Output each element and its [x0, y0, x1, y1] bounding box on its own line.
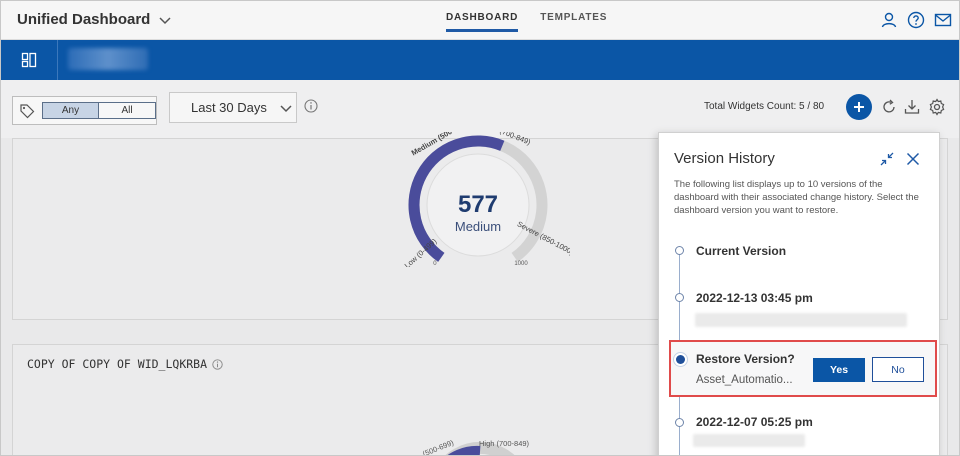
timeline-dot	[675, 418, 684, 427]
date-range-select[interactable]: Last 30 Days	[169, 92, 297, 123]
add-widget-button[interactable]	[846, 94, 872, 120]
dashboard-title: Unified Dashboard	[17, 11, 151, 28]
help-icon[interactable]	[907, 11, 925, 29]
tag-icon	[13, 103, 40, 119]
gauge-value: 577	[457, 191, 499, 218]
any-all-toggle: Any All	[42, 102, 156, 119]
toggle-any[interactable]: Any	[43, 103, 99, 118]
settings-icon[interactable]	[928, 98, 946, 116]
restore-yes-button[interactable]: Yes	[813, 358, 865, 382]
tab-dashboard[interactable]: DASHBOARD	[446, 12, 519, 32]
collapse-icon[interactable]	[879, 151, 895, 167]
top-bar: Unified Dashboard DASHBOARD TEMPLATES	[0, 0, 960, 40]
download-icon[interactable]	[903, 98, 921, 116]
band-label-high: High (700-849)	[479, 439, 530, 448]
timeline-dot	[675, 246, 684, 255]
version-2022-12-07[interactable]: 2022-12-07 05:25 pm	[696, 415, 813, 429]
chevron-down-icon	[280, 104, 292, 112]
dashboard-name-redacted	[68, 48, 148, 70]
top-icons	[880, 11, 952, 29]
gauge-chart-partial: (500-699) High (700-849)	[421, 438, 530, 456]
top-tabs: DASHBOARD TEMPLATES	[446, 12, 607, 32]
close-icon[interactable]	[905, 151, 921, 167]
user-icon[interactable]	[880, 11, 898, 29]
info-icon[interactable]	[212, 358, 223, 370]
widget-title-text: COPY OF COPY OF WID_LQKRBA	[27, 357, 208, 371]
refresh-icon[interactable]	[880, 98, 898, 116]
restore-confirmation: Restore Version? Asset_Automatio... Yes …	[669, 340, 937, 397]
timeline-dot	[675, 293, 684, 302]
panel-actions	[879, 151, 921, 167]
restore-version-name: Asset_Automatio...	[696, 374, 793, 386]
version-author-redacted	[695, 313, 907, 327]
info-icon[interactable]	[304, 99, 318, 113]
toggle-all[interactable]: All	[99, 103, 155, 118]
date-range-value: Last 30 Days	[191, 100, 267, 115]
version-current[interactable]: Current Version	[696, 244, 786, 258]
widget-count: Total Widgets Count: 5 / 80	[704, 101, 825, 112]
toolbar: Any All Last 30 Days Total Widgets Count…	[0, 80, 960, 138]
gauge-max-label: 1000	[514, 261, 528, 267]
gauge-min-label: 0	[433, 261, 437, 267]
tab-templates[interactable]: TEMPLATES	[540, 12, 607, 32]
mail-icon[interactable]	[934, 11, 952, 29]
chevron-down-icon	[159, 16, 171, 24]
timeline-dot-selected	[676, 355, 685, 364]
widget-title: COPY OF COPY OF WID_LQKRBA	[27, 357, 223, 371]
dashboard-header	[0, 40, 960, 80]
restore-question: Restore Version?	[696, 352, 795, 366]
gauge-rating: Medium	[454, 219, 502, 234]
layout-toggle-button[interactable]	[0, 40, 58, 80]
restore-no-button[interactable]: No	[872, 357, 924, 382]
layout-icon	[21, 52, 36, 68]
tag-filter: Any All	[12, 96, 157, 125]
version-author-redacted	[693, 434, 805, 447]
panel-title: Version History	[674, 150, 775, 167]
version-2022-12-13[interactable]: 2022-12-13 03:45 pm	[696, 291, 813, 305]
plus-icon	[854, 102, 864, 112]
panel-description: The following list displays up to 10 ver…	[674, 179, 919, 216]
version-history-panel: Version History The following list displ…	[658, 132, 940, 456]
dashboard-selector[interactable]: Unified Dashboard	[17, 11, 172, 28]
